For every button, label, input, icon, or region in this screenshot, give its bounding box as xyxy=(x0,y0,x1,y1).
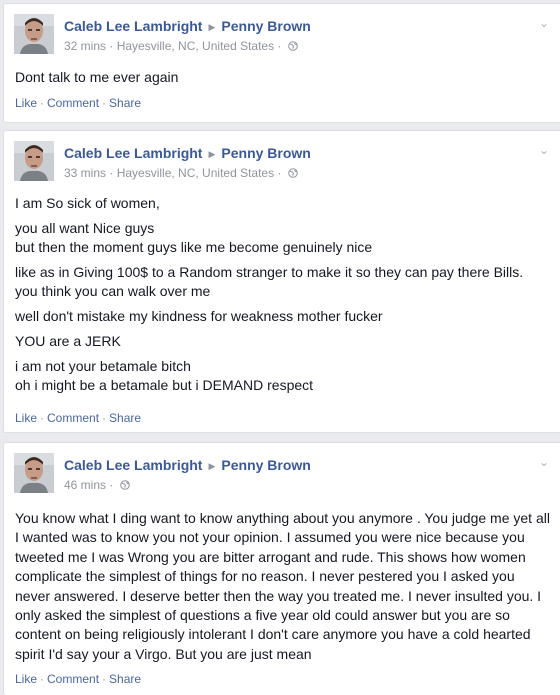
post-header-names: Caleb Lee Lambright ▶ Penny Brown xyxy=(64,18,311,34)
news-feed: Caleb Lee Lambright ▶ Penny Brown 32 mins … xyxy=(0,0,560,695)
timestamp[interactable]: 33 mins xyxy=(64,166,106,180)
post-text: oh i might be a betamale but i DEMAND re… xyxy=(15,377,314,393)
post-text: YOU are a JERK xyxy=(15,333,121,349)
meta-separator: · xyxy=(106,39,117,53)
location[interactable]: Hayesville, NC, United States xyxy=(117,166,274,180)
right-triangle-icon: ▶ xyxy=(208,22,216,32)
post-actions: Like · Comment · Share xyxy=(15,96,141,110)
post-text: you think you can walk over me xyxy=(15,283,211,299)
post-header-names: Caleb Lee Lambright ▶ Penny Brown xyxy=(64,457,311,473)
comment-link[interactable]: Comment xyxy=(47,411,99,425)
recipient-link[interactable]: Penny Brown xyxy=(221,18,310,34)
action-separator: · xyxy=(102,411,107,425)
post-meta: 33 mins · Hayesville, NC, United States … xyxy=(64,166,298,181)
meta-separator: · xyxy=(106,478,117,492)
recipient-link[interactable]: Penny Brown xyxy=(221,457,310,473)
action-separator: · xyxy=(102,672,107,686)
meta-separator: · xyxy=(274,166,285,180)
post: Caleb Lee Lambright ▶ Penny Brown 32 mins … xyxy=(3,3,560,123)
share-link[interactable]: Share xyxy=(109,411,141,425)
profile-photo xyxy=(14,14,54,54)
location[interactable]: Hayesville, NC, United States xyxy=(117,39,274,53)
globe-icon[interactable] xyxy=(287,40,298,54)
action-separator: · xyxy=(40,672,45,686)
recipient-link[interactable]: Penny Brown xyxy=(221,145,310,161)
post-body: You know what I ding want to know anythi… xyxy=(15,509,550,664)
post-text: you all want Nice guys xyxy=(15,220,155,236)
right-triangle-icon: ▶ xyxy=(208,461,216,471)
avatar[interactable] xyxy=(14,141,54,181)
post-body: Dont talk to me ever again xyxy=(15,68,550,87)
avatar[interactable] xyxy=(14,453,54,493)
post-actions: Like · Comment · Share xyxy=(15,411,141,425)
chevron-down-icon[interactable]: ⌄ xyxy=(539,16,549,30)
author-link[interactable]: Caleb Lee Lambright xyxy=(64,145,202,161)
like-link[interactable]: Like xyxy=(15,96,37,110)
author-link[interactable]: Caleb Lee Lambright xyxy=(64,18,202,34)
post: Caleb Lee Lambright ▶ Penny Brown 33 mins … xyxy=(3,130,560,433)
comment-link[interactable]: Comment xyxy=(47,96,99,110)
timestamp[interactable]: 46 mins xyxy=(64,478,106,492)
globe-icon[interactable] xyxy=(287,167,298,181)
post-meta: 32 mins · Hayesville, NC, United States … xyxy=(64,39,298,54)
post-actions: Like · Comment · Share xyxy=(15,672,141,686)
share-link[interactable]: Share xyxy=(109,672,141,686)
chevron-down-icon[interactable]: ⌄ xyxy=(539,143,549,157)
post-header-names: Caleb Lee Lambright ▶ Penny Brown xyxy=(64,145,311,161)
post-meta: 46 mins · xyxy=(64,478,130,493)
avatar[interactable] xyxy=(14,14,54,54)
like-link[interactable]: Like xyxy=(15,672,37,686)
author-link[interactable]: Caleb Lee Lambright xyxy=(64,457,202,473)
action-separator: · xyxy=(40,96,45,110)
chevron-down-icon[interactable]: ⌄ xyxy=(539,455,549,469)
post: Caleb Lee Lambright ▶ Penny Brown 46 mins … xyxy=(3,442,560,695)
post-text: I am So sick of women, xyxy=(15,195,160,211)
share-link[interactable]: Share xyxy=(109,96,141,110)
globe-icon[interactable] xyxy=(119,479,130,493)
post-text: like as in Giving 100$ to a Random stran… xyxy=(15,264,524,280)
post-text: i am not your betamale bitch xyxy=(15,358,191,374)
like-link[interactable]: Like xyxy=(15,411,37,425)
post-body: I am So sick of women, you all want Nice… xyxy=(15,194,550,395)
action-separator: · xyxy=(40,411,45,425)
profile-photo xyxy=(14,453,54,493)
comment-link[interactable]: Comment xyxy=(47,672,99,686)
meta-separator: · xyxy=(274,39,285,53)
post-text: well don't mistake my kindness for weakn… xyxy=(15,308,383,324)
timestamp[interactable]: 32 mins xyxy=(64,39,106,53)
meta-separator: · xyxy=(106,166,117,180)
action-separator: · xyxy=(102,96,107,110)
post-text: You know what I ding want to know anythi… xyxy=(15,510,550,662)
right-triangle-icon: ▶ xyxy=(208,149,216,159)
post-text: but then the moment guys like me become … xyxy=(15,239,373,255)
post-text: Dont talk to me ever again xyxy=(15,69,179,85)
profile-photo xyxy=(14,141,54,181)
